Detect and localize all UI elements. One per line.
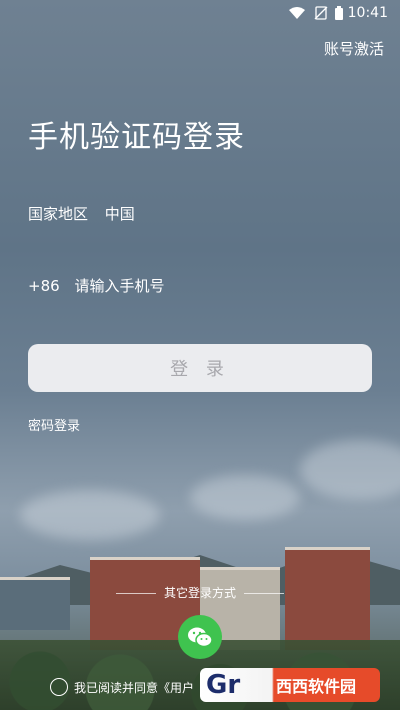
watermark-logo: Gr 西西软件园 (200, 668, 380, 702)
agreement-checkbox[interactable] (50, 678, 68, 696)
status-time: 10:41 (347, 5, 388, 21)
page-title: 手机验证码登录 (28, 120, 245, 155)
wechat-icon (188, 627, 213, 648)
battery-icon (335, 6, 343, 20)
watermark-right: 西西软件园 (276, 677, 357, 696)
region-selector[interactable]: 国家地区 中国 (28, 203, 147, 224)
agreement-text: 我已阅读并同意《用户 (74, 680, 195, 695)
agreement-row[interactable]: 我已阅读并同意《用户 (50, 678, 194, 696)
password-login-link[interactable]: 密码登录 (28, 415, 80, 434)
cloud (300, 440, 400, 500)
phone-input[interactable]: 请输入手机号 (74, 277, 164, 295)
status-bar: 10:41 (0, 0, 400, 28)
no-sim-icon (314, 6, 328, 20)
cloud (190, 475, 300, 520)
wechat-login-button[interactable] (178, 615, 222, 659)
phone-input-row[interactable]: +86 请输入手机号 (28, 275, 174, 296)
cloud (20, 490, 160, 540)
other-login-label: 其它登录方式 (0, 584, 400, 601)
region-value: 中国 (104, 205, 135, 223)
wifi-icon (289, 7, 305, 19)
login-button[interactable]: 登 录 (28, 344, 372, 392)
activate-account-link[interactable]: 账号激活 (324, 38, 384, 59)
country-code[interactable]: +86 (28, 277, 60, 295)
watermark-left: Gr (206, 670, 241, 700)
region-label: 国家地区 (28, 205, 89, 223)
